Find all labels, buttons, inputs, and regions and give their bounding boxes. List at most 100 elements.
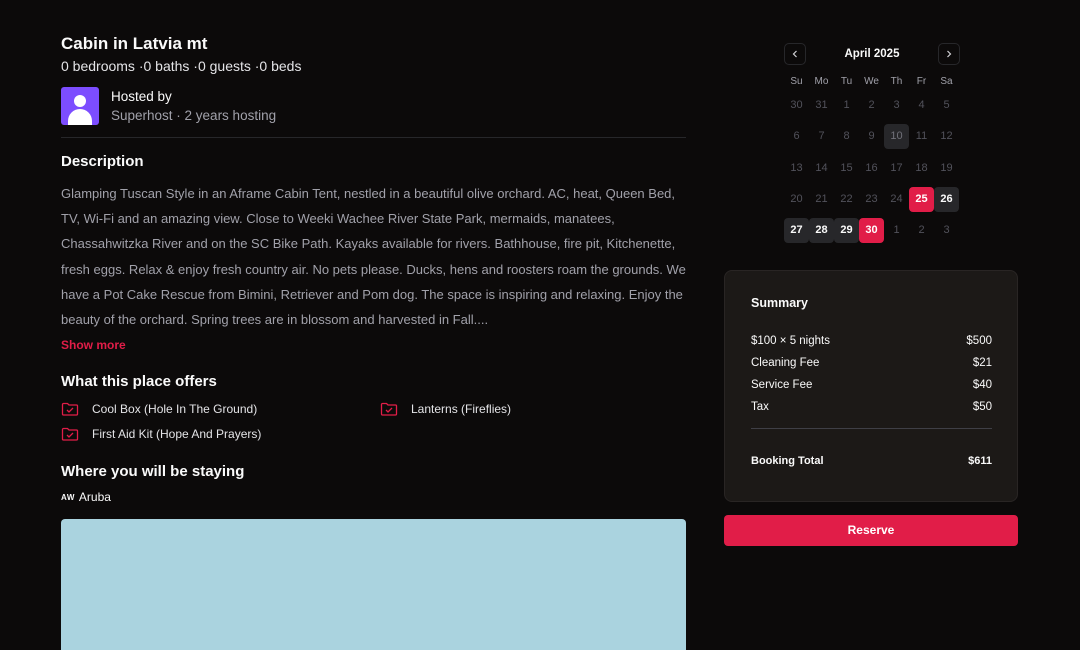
summary-row: Tax $50 bbox=[751, 400, 992, 422]
show-more-link[interactable]: Show more bbox=[61, 338, 126, 352]
host-name: Hosted by bbox=[111, 88, 172, 104]
reserve-button[interactable]: Reserve bbox=[724, 515, 1018, 546]
calendar-day[interactable]: 2 bbox=[859, 93, 884, 118]
calendar-day[interactable]: 5 bbox=[934, 93, 959, 118]
total-label: Booking Total bbox=[751, 455, 824, 467]
summary-value: $50 bbox=[972, 401, 992, 413]
chevron-left-icon bbox=[792, 50, 797, 57]
weekday-label: Mo bbox=[814, 76, 829, 87]
calendar-grid: Su Mo Tu We Th Fr Sa 30 31 1 2 3 4 5 6 7 8 9 10 11 12 13 14 15 1… bbox=[784, 75, 960, 249]
calendar-day[interactable]: 15 bbox=[834, 156, 859, 181]
calendar-day[interactable]: 3 bbox=[884, 93, 909, 118]
offers-heading: What this place offers bbox=[61, 373, 217, 391]
location-name: Aruba bbox=[78, 490, 111, 505]
booking-total: Booking Total $611 bbox=[751, 455, 992, 467]
calendar-day[interactable]: 30 bbox=[859, 218, 884, 244]
offer-item: Lanterns (Fireflies) bbox=[380, 400, 686, 417]
calendar-day[interactable]: 22 bbox=[834, 187, 859, 212]
folder-check-icon bbox=[61, 427, 79, 441]
calendar-day[interactable]: 14 bbox=[809, 156, 834, 181]
calendar-day[interactable]: 18 bbox=[909, 156, 934, 181]
summary-value: $40 bbox=[972, 379, 992, 391]
folder-check-icon bbox=[380, 402, 398, 416]
calendar-day[interactable]: 9 bbox=[859, 124, 884, 149]
calendar-day[interactable]: 6 bbox=[784, 124, 809, 149]
weekday-label: Fr bbox=[916, 76, 927, 87]
total-value: $611 bbox=[968, 455, 992, 467]
summary-value: $500 bbox=[966, 335, 992, 347]
divider bbox=[61, 137, 686, 138]
folder-check-icon bbox=[61, 402, 79, 416]
chevron-right-icon bbox=[947, 50, 952, 57]
calendar-day[interactable]: 21 bbox=[809, 187, 834, 212]
calendar-day[interactable]: 10 bbox=[884, 124, 909, 150]
weekday-label: Su bbox=[790, 76, 803, 87]
calendar-header: April 2025 bbox=[784, 42, 960, 65]
prev-month-button[interactable] bbox=[784, 42, 806, 65]
summary-label: Tax bbox=[751, 401, 769, 413]
summary-divider bbox=[751, 428, 992, 429]
calendar-day[interactable]: 12 bbox=[934, 124, 959, 149]
calendar-day[interactable]: 27 bbox=[784, 218, 809, 244]
offers-list: Cool Box (Hole In The Ground) Lanterns (… bbox=[61, 400, 686, 442]
listing-details: Cabin in Latvia mt 0 bedrooms ·0 baths ·… bbox=[61, 34, 686, 504]
offer-label: First Aid Kit (Hope And Prayers) bbox=[92, 426, 262, 441]
description-heading: Description bbox=[61, 153, 144, 170]
listing-title: Cabin in Latvia mt bbox=[61, 34, 208, 53]
calendar-day[interactable]: 11 bbox=[909, 124, 934, 149]
calendar-day[interactable]: 20 bbox=[784, 187, 809, 212]
offer-item: Cool Box (Hole In The Ground) bbox=[61, 400, 380, 417]
calendar-day[interactable]: 17 bbox=[884, 156, 909, 181]
avatar-head bbox=[74, 95, 86, 107]
location-row: AW Aruba bbox=[61, 490, 686, 504]
weekday-label: Sa bbox=[940, 76, 953, 87]
calendar: April 2025 Su Mo Tu We Th Fr Sa 30 31 1 2 3 4 5 6 7 8 9 10… bbox=[784, 42, 960, 249]
avatar[interactable] bbox=[61, 87, 99, 125]
listing-subtitle: 0 bedrooms ·0 baths ·0 guests ·0 beds bbox=[61, 58, 302, 74]
location-heading: Where you will be staying bbox=[61, 463, 245, 481]
host-info: Hosted by Superhost · 2 years hosting bbox=[61, 87, 686, 125]
next-month-button[interactable] bbox=[937, 42, 960, 65]
calendar-day[interactable]: 28 bbox=[809, 218, 834, 244]
calendar-day[interactable]: 13 bbox=[784, 156, 809, 181]
weekday-label: Tu bbox=[840, 76, 853, 87]
map[interactable] bbox=[61, 519, 686, 650]
calendar-day[interactable]: 25 bbox=[909, 186, 934, 212]
summary-rows: $100 × 5 nights $500 Cleaning Fee $21 Serv… bbox=[751, 334, 992, 422]
weekday-label: We bbox=[864, 76, 879, 87]
calendar-day[interactable]: 24 bbox=[884, 187, 909, 212]
calendar-day[interactable]: 29 bbox=[834, 218, 859, 244]
calendar-day[interactable]: 23 bbox=[859, 187, 884, 212]
calendar-day[interactable]: 1 bbox=[834, 93, 859, 118]
calendar-month: April 2025 bbox=[844, 47, 900, 60]
calendar-day[interactable]: 8 bbox=[834, 124, 859, 149]
summary-row: Cleaning Fee $21 bbox=[751, 356, 992, 378]
summary-label: $100 × 5 nights bbox=[751, 335, 830, 347]
summary-card: Summary $100 × 5 nights $500 Cleaning Fee… bbox=[724, 270, 1018, 502]
offer-label: Cool Box (Hole In The Ground) bbox=[92, 401, 258, 416]
offer-label: Lanterns (Fireflies) bbox=[411, 401, 512, 416]
offer-item: First Aid Kit (Hope And Prayers) bbox=[61, 425, 380, 442]
avatar-body bbox=[68, 109, 92, 125]
flag-icon: AW bbox=[61, 492, 75, 502]
calendar-day[interactable]: 2 bbox=[909, 218, 934, 243]
description-text: Glamping Tuscan Style in an Aframe Cabin… bbox=[61, 186, 686, 328]
summary-label: Cleaning Fee bbox=[751, 357, 820, 369]
summary-value: $21 bbox=[972, 357, 992, 369]
calendar-day[interactable]: 3 bbox=[934, 218, 959, 243]
summary-row: $100 × 5 nights $500 bbox=[751, 334, 992, 356]
calendar-day[interactable]: 16 bbox=[859, 156, 884, 181]
calendar-day[interactable]: 1 bbox=[884, 218, 909, 243]
calendar-day[interactable]: 19 bbox=[934, 156, 959, 181]
calendar-day[interactable]: 31 bbox=[809, 93, 834, 118]
summary-row: Service Fee $40 bbox=[751, 378, 992, 400]
calendar-day[interactable]: 30 bbox=[784, 93, 809, 118]
summary-heading: Summary bbox=[751, 296, 808, 310]
weekday-label: Th bbox=[890, 76, 903, 87]
host-text: Hosted by Superhost · 2 years hosting bbox=[111, 88, 276, 125]
calendar-day[interactable]: 26 bbox=[934, 186, 959, 212]
calendar-day[interactable]: 4 bbox=[909, 93, 934, 118]
calendar-day[interactable]: 7 bbox=[809, 124, 834, 149]
summary-label: Service Fee bbox=[751, 379, 813, 391]
host-meta: Superhost · 2 years hosting bbox=[111, 107, 277, 123]
